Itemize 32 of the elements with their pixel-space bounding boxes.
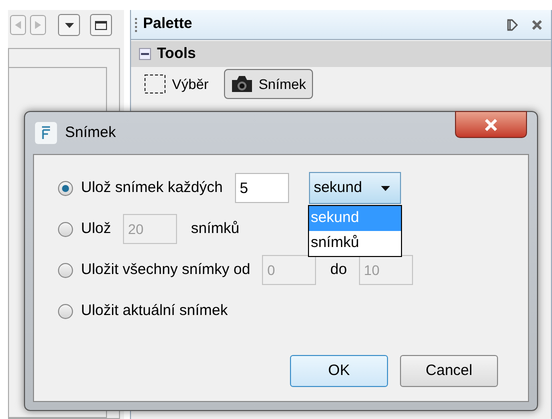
close-icon[interactable]: [531, 18, 543, 30]
radio-button[interactable]: [58, 304, 73, 318]
minimize-icon[interactable]: [507, 18, 519, 30]
dialog-title: Snímek: [65, 122, 116, 143]
caret-icon: [380, 186, 390, 190]
maximize-icon[interactable]: [90, 14, 112, 36]
option-label: Uložit aktuální snímek: [81, 300, 228, 321]
tool-button[interactable]: Výběr: [137, 69, 216, 99]
dialog-button[interactable]: OK: [290, 355, 388, 387]
close-icon: [484, 118, 498, 130]
option-label: do: [330, 260, 347, 280]
section-title: Tools: [157, 44, 196, 64]
option-label: Ulož snímek každých: [81, 178, 223, 198]
section-header[interactable]: Tools: [131, 41, 551, 67]
app-icon: [35, 122, 57, 144]
selection-icon: [144, 74, 166, 94]
unit-dropdown[interactable]: sekund: [308, 172, 401, 204]
drag-handle-icon[interactable]: [135, 18, 137, 32]
dialog-button[interactable]: Cancel: [400, 355, 498, 387]
option-label: Ulož: [81, 218, 112, 239]
option-label: Uložit všechny snímky od: [81, 260, 250, 280]
palette-title: Palette: [143, 14, 192, 34]
option-label: snímků: [191, 218, 240, 239]
radio-button[interactable]: [58, 222, 73, 236]
number-field[interactable]: 5: [234, 173, 289, 203]
tool-button[interactable]: Snímek: [224, 69, 314, 99]
dropdown-icon[interactable]: [58, 14, 80, 36]
radio-button[interactable]: [58, 262, 73, 278]
radio-button[interactable]: [58, 180, 73, 196]
collapse-icon[interactable]: [139, 48, 151, 60]
camera-icon: [230, 75, 253, 93]
close-button[interactable]: [455, 111, 527, 138]
